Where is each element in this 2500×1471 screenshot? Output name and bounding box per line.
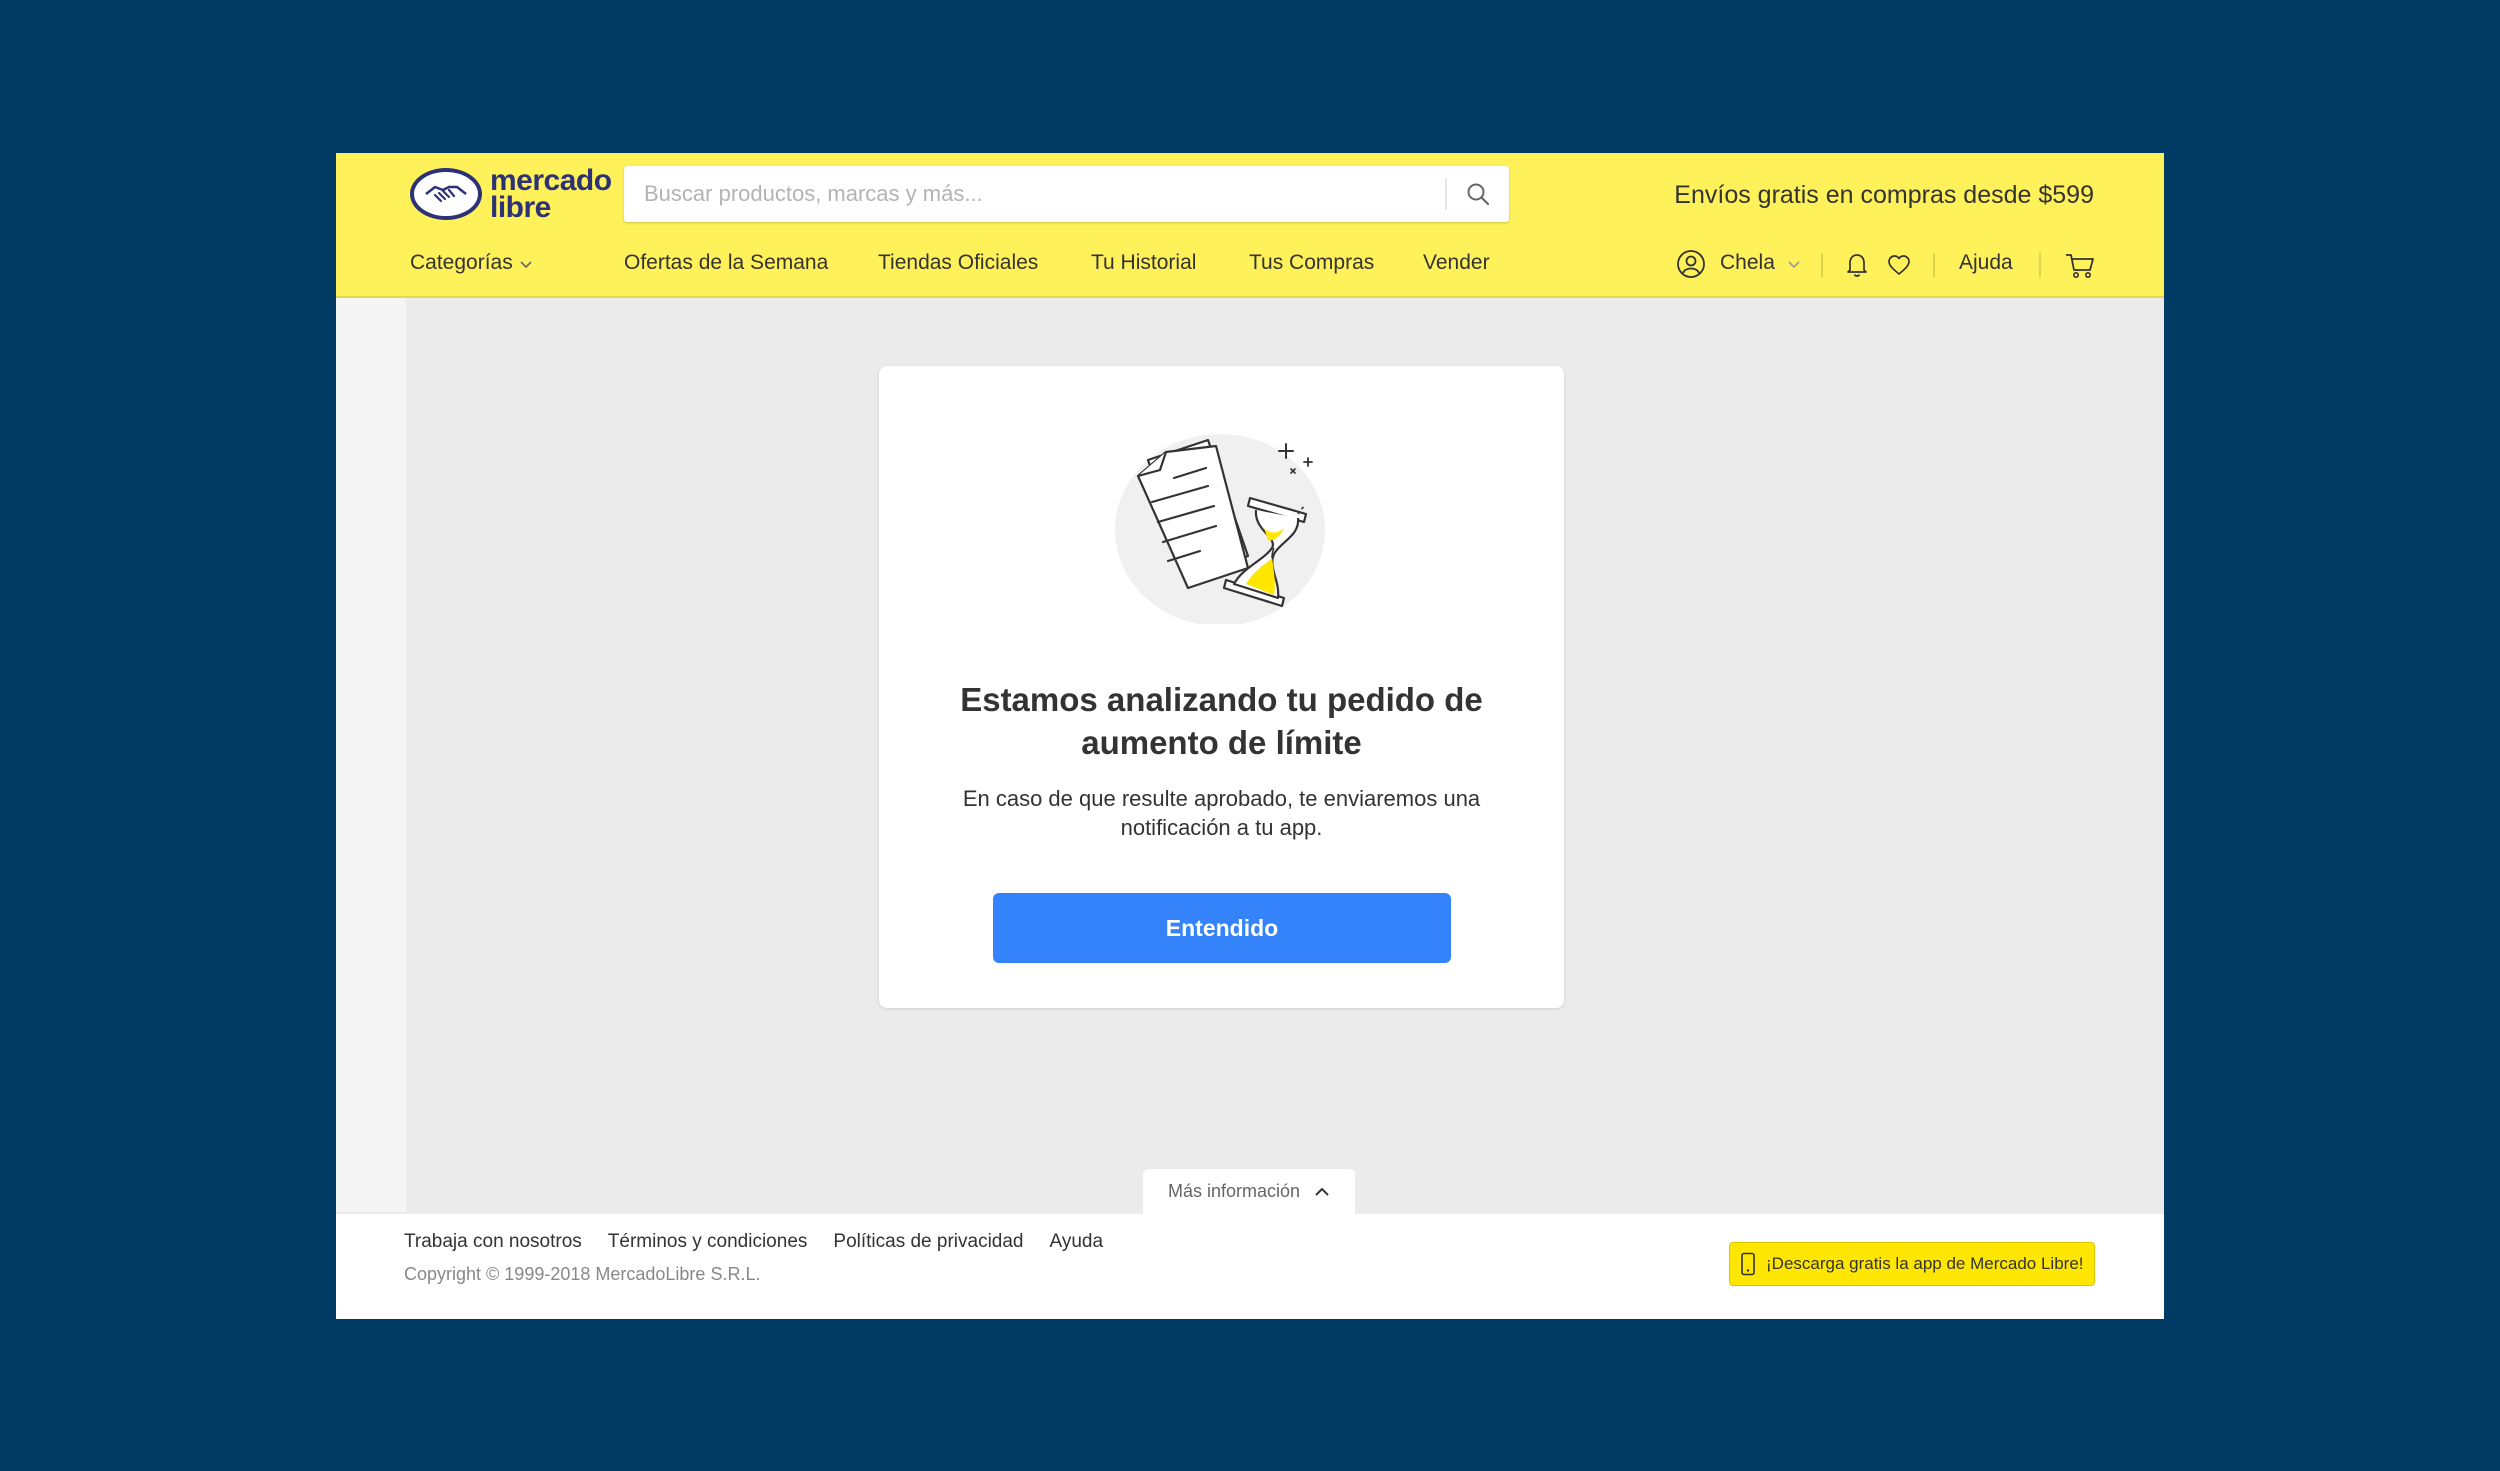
cart-icon bbox=[2066, 254, 2094, 278]
categories-menu[interactable]: Categorías bbox=[410, 251, 533, 275]
nav-vender[interactable]: Vender bbox=[1423, 251, 1490, 275]
handshake-logo-icon bbox=[410, 168, 482, 220]
phone-icon bbox=[1741, 1252, 1755, 1276]
documents-hourglass-illustration bbox=[1115, 434, 1325, 624]
search-button[interactable] bbox=[1447, 166, 1509, 222]
favorites-button[interactable] bbox=[1887, 254, 1911, 281]
header-divider bbox=[1821, 253, 1823, 277]
user-name: Chela bbox=[1720, 251, 1775, 274]
help-link[interactable]: Ajuda bbox=[1959, 251, 2013, 275]
card-description: En caso de que resulte aprobado, te envi… bbox=[962, 786, 1481, 840]
free-shipping-promo[interactable]: Envíos gratis en compras desde $599 bbox=[1674, 181, 2094, 210]
nav-ofertas[interactable]: Ofertas de la Semana bbox=[624, 251, 828, 275]
user-menu-name[interactable]: Chela bbox=[1720, 251, 1801, 275]
nav-historial[interactable]: Tu Historial bbox=[1091, 251, 1196, 275]
footer-link-trabaja[interactable]: Trabaja con nosotros bbox=[404, 1231, 582, 1253]
categories-label: Categorías bbox=[410, 251, 513, 274]
user-icon bbox=[1677, 250, 1705, 278]
footer-link-privacidad[interactable]: Políticas de privacidad bbox=[833, 1231, 1023, 1253]
nav-compras[interactable]: Tus Compras bbox=[1249, 251, 1374, 275]
header: mercado libre Envíos gratis en compras d… bbox=[336, 153, 2164, 298]
footer: Trabaja con nosotros Términos y condicio… bbox=[336, 1214, 2164, 1319]
search-input[interactable] bbox=[624, 166, 1444, 222]
entendido-button[interactable]: Entendido bbox=[993, 893, 1451, 963]
more-info-label: Más información bbox=[1167, 1181, 1301, 1201]
nav-tiendas-oficiales[interactable]: Tiendas Oficiales bbox=[878, 251, 1038, 275]
footer-link-ayuda[interactable]: Ayuda bbox=[1050, 1231, 1104, 1253]
chevron-down-icon bbox=[1788, 261, 1800, 269]
footer-links: Trabaja con nosotros Términos y condicio… bbox=[404, 1231, 1129, 1253]
header-divider bbox=[1933, 253, 1935, 277]
footer-link-terminos[interactable]: Términos y condiciones bbox=[608, 1231, 808, 1253]
header-divider bbox=[2039, 253, 2041, 277]
notifications-button[interactable] bbox=[1845, 252, 1869, 283]
search-icon bbox=[1467, 183, 1490, 206]
cart-button[interactable] bbox=[2064, 252, 2096, 285]
card-title: Estamos analizando tu pedido de aumento … bbox=[960, 681, 1483, 761]
bell-icon bbox=[1847, 254, 1867, 277]
search-bar bbox=[624, 166, 1509, 222]
limit-request-card: Estamos analizando tu pedido de aumento … bbox=[879, 366, 1564, 1008]
left-side-strip bbox=[336, 298, 406, 1212]
chevron-up-icon bbox=[1315, 1187, 1329, 1196]
logo-wordmark: mercado libre bbox=[490, 164, 612, 224]
more-info-toggle[interactable]: Más información bbox=[1143, 1169, 1355, 1214]
mercado-libre-logo[interactable]: mercado libre bbox=[410, 164, 612, 224]
download-app-label: ¡Descarga gratis la app de Mercado Libre… bbox=[1766, 1254, 2084, 1273]
browser-frame: mercado libre Envíos gratis en compras d… bbox=[336, 153, 2164, 1319]
heart-icon bbox=[1888, 255, 1910, 275]
chevron-down-icon bbox=[520, 261, 532, 269]
copyright: Copyright © 1999-2018 MercadoLibre S.R.L… bbox=[404, 1264, 761, 1284]
user-menu[interactable] bbox=[1676, 249, 1706, 284]
download-app-button[interactable]: ¡Descarga gratis la app de Mercado Libre… bbox=[1729, 1242, 2095, 1286]
